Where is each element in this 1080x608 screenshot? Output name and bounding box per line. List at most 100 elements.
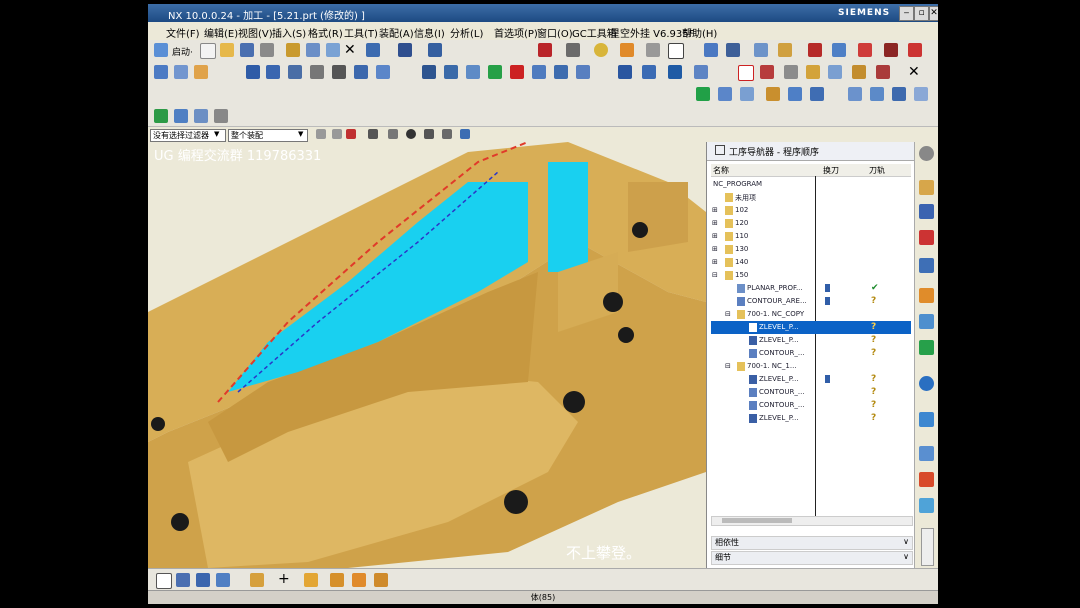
expand-icon[interactable]: ⊞	[712, 245, 718, 253]
gc-check-icon[interactable]	[876, 65, 890, 79]
undo-icon[interactable]	[366, 43, 380, 57]
gc-tool-icon[interactable]	[806, 65, 820, 79]
roles-icon[interactable]	[919, 288, 934, 303]
process-icon[interactable]	[194, 109, 208, 123]
check-icon[interactable]	[154, 109, 168, 123]
view-icon[interactable]	[196, 573, 210, 587]
graphics-viewport[interactable]: UG 编程交流群 119786331 不上攀登。	[148, 142, 706, 568]
tree-row[interactable]: ZLEVEL_P...?	[711, 373, 911, 386]
ruler-icon[interactable]	[908, 43, 922, 57]
tree-row[interactable]: CONTOUR_ARE...?	[711, 295, 911, 308]
lasso-icon[interactable]	[442, 129, 452, 139]
wcs-icon[interactable]	[216, 573, 230, 587]
simulate-icon[interactable]	[332, 65, 346, 79]
pin-icon[interactable]	[715, 145, 725, 155]
pattern-icon[interactable]	[330, 573, 344, 587]
menu-view[interactable]: 视图(V)	[238, 25, 273, 40]
snap-icon[interactable]	[884, 43, 898, 57]
orient-view-icon[interactable]	[726, 43, 740, 57]
details-panel[interactable]: 细节 ∨	[711, 551, 913, 565]
tree-row[interactable]: ⊟ 150	[711, 269, 911, 282]
menu-tools[interactable]: 工具(T)	[344, 25, 378, 40]
sphere-icon[interactable]	[594, 43, 608, 57]
feature-icon[interactable]	[422, 65, 436, 79]
chevron-down-icon[interactable]: ∨	[903, 537, 909, 546]
pattern-icon[interactable]	[646, 43, 660, 57]
reuse-library-icon[interactable]	[919, 230, 934, 245]
copy-icon[interactable]	[306, 43, 320, 57]
export-icon[interactable]	[870, 87, 884, 101]
verify-check-icon[interactable]	[696, 87, 710, 101]
open-icon[interactable]	[220, 43, 234, 57]
tree-row-selected[interactable]: ZLEVEL_P...?	[711, 321, 911, 334]
menu-window[interactable]: 窗口(O)	[537, 25, 573, 40]
tree-row[interactable]: PLANAR_PROF... ✔	[711, 282, 911, 295]
machine-tool-icon[interactable]	[919, 204, 934, 219]
route-icon[interactable]	[668, 65, 682, 79]
tree-row[interactable]: ⊞ 140	[711, 256, 911, 269]
point-icon[interactable]	[250, 573, 264, 587]
scrollbar-thumb[interactable]	[722, 518, 792, 523]
collapse-icon[interactable]: ⊟	[712, 271, 718, 279]
tree-row[interactable]: ⊞ 130	[711, 243, 911, 256]
cancel-icon[interactable]: ✕	[908, 64, 920, 80]
measure-path-icon[interactable]	[694, 65, 708, 79]
plus-icon[interactable]: +	[278, 571, 290, 587]
start-icon[interactable]	[154, 43, 168, 57]
camera-icon[interactable]	[919, 498, 934, 513]
box-select-icon[interactable]	[424, 129, 434, 139]
snap-icon[interactable]	[388, 129, 398, 139]
table-icon[interactable]	[740, 87, 754, 101]
menu-analysis[interactable]: 分析(L)	[450, 25, 483, 40]
assembly-scope-select[interactable]: 整个装配	[228, 129, 308, 142]
print-icon[interactable]	[260, 43, 274, 57]
menu-info[interactable]: 信息(I)	[414, 25, 445, 40]
tool-path-icon[interactable]	[532, 65, 546, 79]
display-mode-icon[interactable]	[398, 43, 412, 57]
menu-format[interactable]: 格式(R)	[308, 25, 343, 40]
paste-icon[interactable]	[326, 43, 340, 57]
section-icon[interactable]	[808, 43, 822, 57]
tree-row[interactable]: ZLEVEL_P...?	[711, 334, 911, 347]
gc-wizard-icon[interactable]	[784, 65, 798, 79]
chevron-down-icon[interactable]: ▼	[298, 130, 303, 138]
gear-icon[interactable]	[919, 146, 934, 161]
column-name[interactable]: 名称	[713, 165, 729, 176]
gc-part-icon[interactable]	[852, 65, 866, 79]
new-icon[interactable]	[200, 43, 216, 59]
operation-navigator-icon[interactable]	[919, 180, 934, 195]
post-icon[interactable]	[892, 87, 906, 101]
expand-icon[interactable]: ⊞	[712, 206, 718, 214]
shop-doc-icon[interactable]	[376, 65, 390, 79]
list-toolpath-icon[interactable]	[288, 65, 302, 79]
snap-icon[interactable]	[176, 573, 190, 587]
align-icon[interactable]	[858, 43, 872, 57]
expand-icon[interactable]: ⊞	[712, 258, 718, 266]
gear-icon[interactable]	[832, 43, 846, 57]
shape-icon[interactable]	[374, 573, 388, 587]
gc-mold-icon[interactable]	[738, 65, 754, 81]
visibility-icon[interactable]	[460, 129, 470, 139]
maximize-button[interactable]: ▫	[914, 6, 929, 21]
create-tool-icon[interactable]	[174, 65, 188, 79]
output-icon[interactable]	[554, 65, 568, 79]
palette-icon[interactable]	[919, 314, 934, 329]
menu-help[interactable]: 帮助(H)	[682, 25, 717, 40]
target-icon[interactable]	[406, 129, 416, 139]
shop-icon[interactable]	[810, 87, 824, 101]
feature-icon[interactable]	[304, 573, 318, 587]
dependencies-panel[interactable]: 相依性 ∨	[711, 536, 913, 550]
flag-icon[interactable]	[766, 87, 780, 101]
assembly-icon[interactable]	[754, 43, 768, 57]
clock-icon[interactable]	[919, 446, 934, 461]
column-tool-change[interactable]: 换刀	[823, 165, 839, 176]
display-icon[interactable]	[618, 65, 632, 79]
replay-toolpath-icon[interactable]	[266, 65, 280, 79]
tree-row[interactable]: CONTOUR_...?	[711, 347, 911, 360]
history-icon[interactable]	[919, 258, 934, 273]
more-icon[interactable]	[914, 87, 928, 101]
cut-icon[interactable]	[286, 43, 300, 57]
close-button[interactable]: ✕	[929, 6, 938, 21]
save-icon[interactable]	[240, 43, 254, 57]
menu-insert[interactable]: 插入(S)	[272, 25, 306, 40]
